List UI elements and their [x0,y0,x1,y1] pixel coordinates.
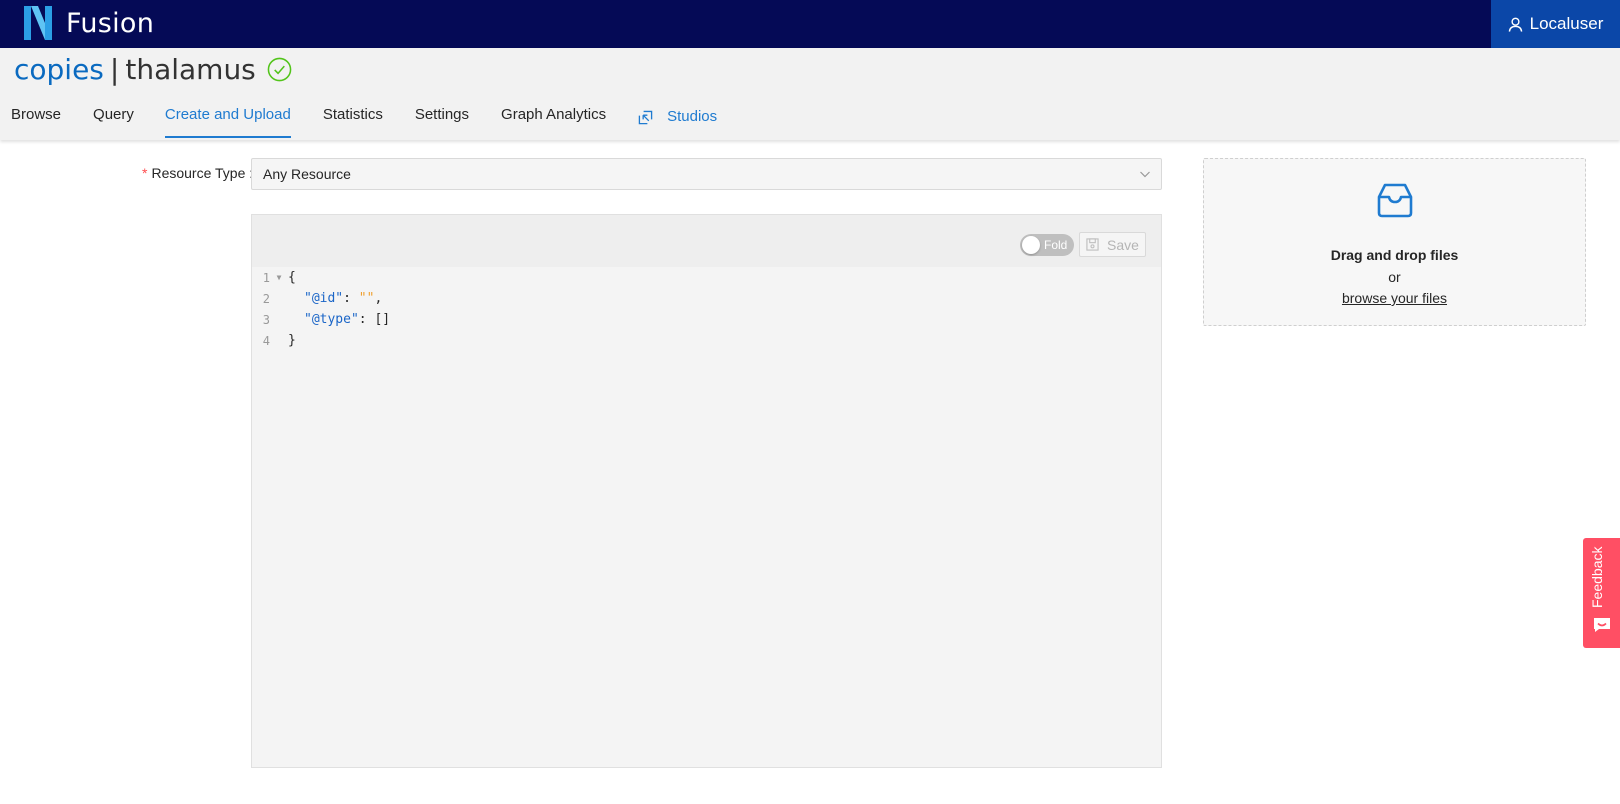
code-area[interactable]: 1 ▼ { 2 "@id": "", 3 "@type": [] 4 } [252,267,1161,351]
code-text: { [288,270,296,285]
resource-type-label-text: Resource Type : [151,165,254,181]
fold-toggle-label: Fold [1044,238,1068,252]
line-number: 2 [262,291,270,306]
editor-toolbar: Fold Save [252,215,1161,267]
tab-studios-label: Studios [667,108,718,125]
required-mark: * [142,165,148,181]
project-tabs: Browse Query Create and Upload Statistic… [0,96,717,138]
tab-graph-analytics[interactable]: Graph Analytics [501,96,606,138]
browse-files-link[interactable]: browse your files [1204,290,1585,306]
tab-studios[interactable]: Studios [638,96,717,138]
chat-smile-icon [1594,618,1610,632]
json-value: [] [374,312,391,327]
user-name: Localuser [1529,14,1604,33]
save-button[interactable]: Save [1079,232,1146,257]
breadcrumb-separator: | [109,53,120,86]
json-value: "" [358,291,375,306]
nexus-logo-icon[interactable] [24,6,52,40]
org-link[interactable]: copies [14,53,104,86]
inbox-icon [1377,183,1413,218]
fold-toggle[interactable]: Fold [1020,234,1074,256]
save-label: Save [1107,236,1139,253]
feedback-button[interactable]: Feedback [1583,538,1620,648]
top-bar: Fusion Localuser [0,0,1620,48]
check-circle-icon [267,57,292,82]
dropzone-title: Drag and drop files [1330,247,1459,263]
feedback-label: Feedback [1589,546,1605,608]
line-number: 4 [262,333,270,348]
json-tail: , [374,291,383,306]
user-icon [1508,17,1522,32]
code-line: 1 ▼ { [252,267,1161,288]
tab-query[interactable]: Query [93,96,134,138]
resource-type-value: Any Resource [263,166,351,182]
chevron-down-icon [1140,171,1150,178]
breadcrumb: copies | thalamus [14,53,292,86]
tab-statistics[interactable]: Statistics [323,96,383,138]
user-menu-button[interactable]: Localuser [1491,0,1620,48]
file-dropzone[interactable]: Drag and drop files or browse your files [1203,158,1586,326]
resource-type-label: * Resource Type : [142,165,253,181]
resource-type-select[interactable]: Any Resource [251,158,1162,190]
tab-settings[interactable]: Settings [415,96,469,138]
save-icon [1086,238,1099,251]
code-text: } [288,333,296,348]
code-line: 4 } [252,330,1161,351]
json-key: "@type" [304,312,359,327]
tab-browse[interactable]: Browse [11,96,61,138]
json-editor: Fold Save 1 ▼ { 2 "@id": "", 3 "@type": … [251,214,1162,768]
json-key: "@id" [304,291,344,306]
json-colon: : [358,312,375,327]
code-line: 2 "@id": "", [252,288,1161,309]
code-line: 3 "@type": [] [252,309,1161,330]
project-name: thalamus [125,53,256,86]
brand-title[interactable]: Fusion [66,8,154,39]
external-select-icon [638,110,653,124]
fold-toggle-knob [1022,236,1040,254]
line-number: 3 [262,312,270,327]
tab-create-and-upload[interactable]: Create and Upload [164,96,291,138]
fold-arrow-icon[interactable]: ▼ [270,273,288,282]
line-number: 1 [262,270,270,285]
dropzone-or: or [1388,269,1401,285]
json-colon: : [343,291,359,306]
